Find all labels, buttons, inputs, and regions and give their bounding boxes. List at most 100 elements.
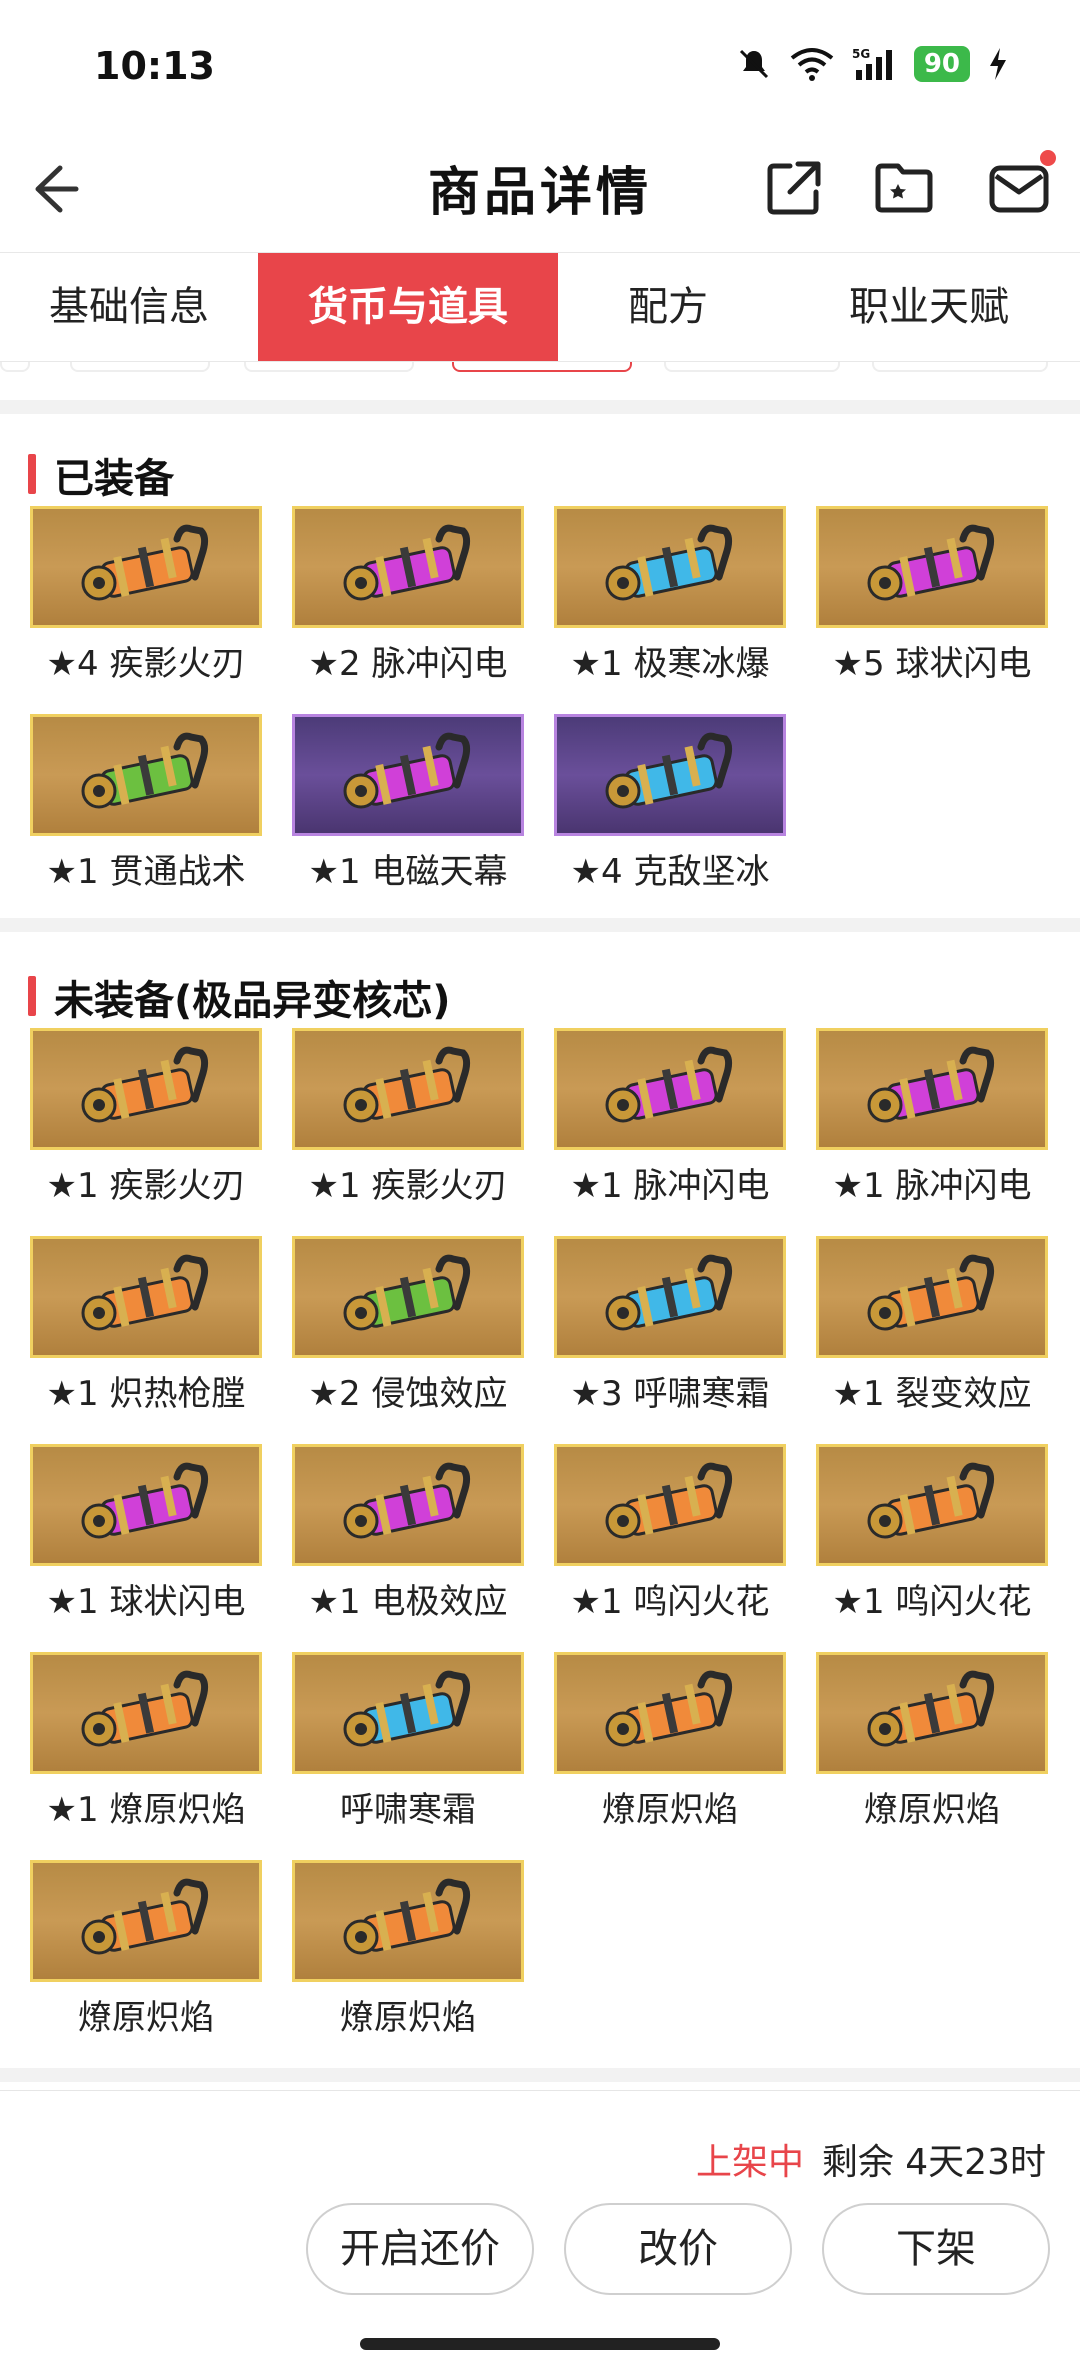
core-item[interactable]: 燎原炽焰: [554, 1652, 786, 1831]
core-item-icon: [81, 1670, 209, 1747]
unequipped-section-title: 未装备(极品异变核芯): [28, 968, 451, 1026]
core-item[interactable]: 燎原炽焰: [292, 1860, 524, 2039]
core-item[interactable]: ★4 疾影火刃: [30, 506, 262, 685]
core-item[interactable]: 燎原炽焰: [30, 1860, 262, 2039]
core-item-thumbnail: [30, 1444, 262, 1566]
core-item-thumbnail: [816, 506, 1048, 628]
folder-star-icon: [875, 163, 933, 213]
core-item-label: ★1 电极效应: [308, 1582, 508, 1622]
core-item-icon: [867, 1462, 995, 1539]
core-item-icon: [343, 1254, 471, 1331]
core-item-label: 燎原炽焰: [864, 1790, 1000, 1830]
listing-status: 上架中: [696, 2142, 805, 2183]
core-item-thumbnail: [554, 1028, 786, 1150]
unread-badge: [1040, 150, 1056, 166]
core-item-label: ★1 疾影火刃: [308, 1166, 508, 1206]
sub-tab[interactable]: [872, 362, 1048, 372]
core-item-thumbnail: [554, 1236, 786, 1358]
core-item-label: 燎原炽焰: [78, 1998, 214, 2038]
core-item[interactable]: ★1 脉冲闪电: [554, 1028, 786, 1207]
core-item-icon: [81, 1462, 209, 1539]
tab-recipes[interactable]: 配方: [558, 253, 778, 361]
core-item[interactable]: ★2 脉冲闪电: [292, 506, 524, 685]
core-item-thumbnail: [30, 714, 262, 836]
header: 商品详情: [0, 140, 1080, 252]
core-item-label: ★1 鸣闪火花: [570, 1582, 770, 1622]
home-indicator[interactable]: [360, 2338, 720, 2350]
core-item-label: 燎原炽焰: [340, 1998, 476, 2038]
equipped-grid: ★4 疾影火刃 ★2 脉冲闪电 ★1 极寒冰爆 ★5 球状闪电 ★1 贯通战术 ★1 电磁…: [0, 506, 1080, 906]
core-item-icon: [343, 1046, 471, 1123]
core-item[interactable]: ★1 极寒冰爆: [554, 506, 786, 685]
signal-5g-icon: 5G: [852, 47, 892, 80]
core-item[interactable]: ★1 球状闪电: [30, 1444, 262, 1623]
core-item-label: ★1 燎原炽焰: [46, 1790, 246, 1830]
core-item[interactable]: ★1 疾影火刃: [292, 1028, 524, 1207]
core-item-icon: [867, 524, 995, 601]
unequipped-grid: ★1 疾影火刃 ★1 疾影火刃 ★1 脉冲闪电 ★1 脉冲闪电 ★1 炽热枪膛 ★2 侵蚀…: [0, 1028, 1080, 2038]
core-item-icon: [605, 1670, 733, 1747]
core-item[interactable]: ★3 呼啸寒霜: [554, 1236, 786, 1415]
core-item-label: ★1 脉冲闪电: [570, 1166, 770, 1206]
core-item-thumbnail: [30, 1028, 262, 1150]
core-item[interactable]: ★1 燎原炽焰: [30, 1652, 262, 1831]
core-item[interactable]: 燎原炽焰: [816, 1652, 1048, 1831]
core-item[interactable]: ★1 贯通战术: [30, 714, 262, 893]
core-item[interactable]: ★5 球状闪电: [816, 506, 1048, 685]
sub-tab[interactable]: [70, 362, 210, 372]
core-item-label: ★1 贯通战术: [46, 852, 246, 892]
core-item[interactable]: ★1 鸣闪火花: [816, 1444, 1048, 1623]
core-item-thumbnail: [554, 1444, 786, 1566]
core-item-thumbnail: [554, 506, 786, 628]
core-item-label: ★5 球状闪电: [832, 644, 1032, 684]
core-item-icon: [867, 1254, 995, 1331]
core-item-icon: [343, 1670, 471, 1747]
mail-icon: [989, 165, 1049, 213]
tab-currency-items[interactable]: 货币与道具: [258, 253, 558, 361]
share-button[interactable]: [762, 156, 826, 220]
core-item-icon: [81, 1878, 209, 1955]
core-item-icon: [343, 732, 471, 809]
sub-tab[interactable]: [0, 362, 30, 372]
core-item[interactable]: ★4 克敌坚冰: [554, 714, 786, 893]
core-item-label: 呼啸寒霜: [340, 1790, 476, 1830]
tab-class-talents[interactable]: 职业天赋: [778, 253, 1080, 361]
core-item-thumbnail: [292, 1652, 524, 1774]
core-item-icon: [605, 524, 733, 601]
sub-tab[interactable]: [664, 362, 840, 372]
core-item[interactable]: ★1 疾影火刃: [30, 1028, 262, 1207]
delist-button[interactable]: 下架: [822, 2203, 1050, 2295]
core-item[interactable]: ★1 电磁天幕: [292, 714, 524, 893]
core-item-thumbnail: [816, 1652, 1048, 1774]
core-item[interactable]: ★1 裂变效应: [816, 1236, 1048, 1415]
section-divider: [0, 2068, 1080, 2082]
core-item-thumbnail: [292, 1860, 524, 1982]
core-item[interactable]: ★1 电极效应: [292, 1444, 524, 1623]
core-item-icon: [343, 524, 471, 601]
core-item-thumbnail: [292, 1444, 524, 1566]
core-item-label: ★3 呼啸寒霜: [570, 1374, 770, 1414]
core-item-thumbnail: [554, 714, 786, 836]
core-item[interactable]: ★1 脉冲闪电: [816, 1028, 1048, 1207]
tab-basic-info[interactable]: 基础信息: [0, 253, 258, 361]
core-item-thumbnail: [292, 714, 524, 836]
remaining-time: 剩余 4天23时: [821, 2142, 1046, 2183]
change-price-button[interactable]: 改价: [564, 2203, 792, 2295]
core-item[interactable]: ★2 侵蚀效应: [292, 1236, 524, 1415]
counter-offer-button[interactable]: 开启还价: [306, 2203, 534, 2295]
core-item[interactable]: ★1 炽热枪膛: [30, 1236, 262, 1415]
sub-tab-active[interactable]: [452, 362, 632, 372]
core-item-thumbnail: [816, 1444, 1048, 1566]
core-item-thumbnail: [292, 1028, 524, 1150]
favorite-folder-button[interactable]: [872, 156, 936, 220]
core-item-label: ★2 侵蚀效应: [308, 1374, 508, 1414]
core-item-thumbnail: [554, 1652, 786, 1774]
core-item[interactable]: 呼啸寒霜: [292, 1652, 524, 1831]
core-item-thumbnail: [292, 506, 524, 628]
core-item[interactable]: ★1 鸣闪火花: [554, 1444, 786, 1623]
message-button[interactable]: [988, 150, 1056, 220]
charging-icon: [990, 48, 1006, 80]
equipped-section-title: 已装备: [28, 446, 174, 504]
share-icon: [767, 161, 821, 215]
sub-tab[interactable]: [244, 362, 414, 372]
